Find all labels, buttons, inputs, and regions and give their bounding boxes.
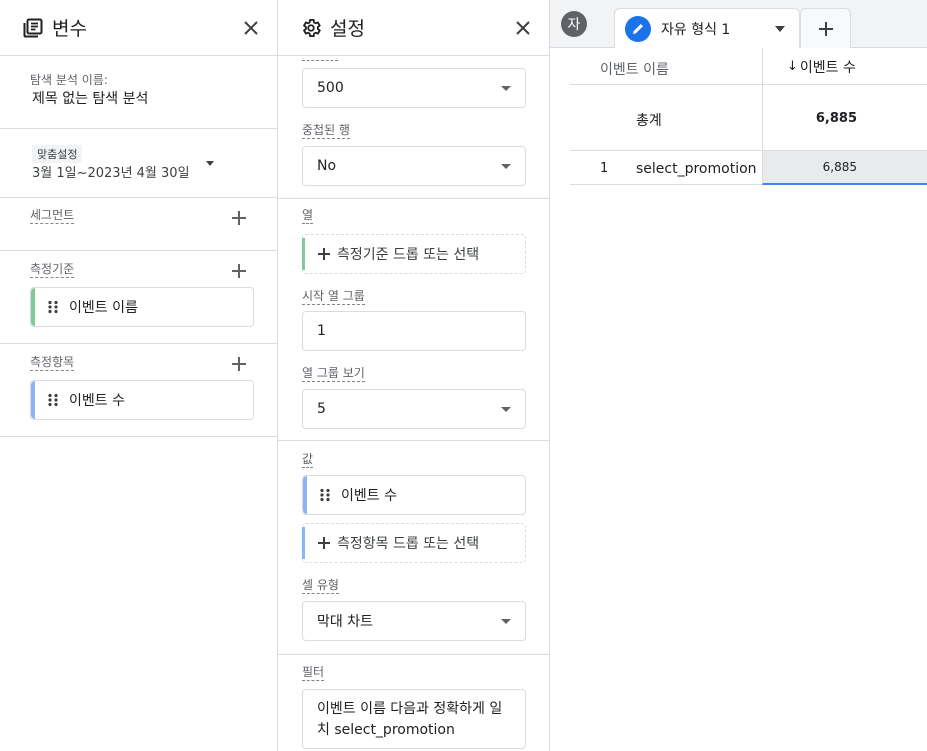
variables-title: 변수 bbox=[52, 18, 87, 40]
report-canvas: 자 자유 형식 1 이벤트 이름 ↓ 이벤트 수 총계 6,885 1 sele… bbox=[550, 0, 927, 751]
tab-label: 자유 형식 1 bbox=[661, 21, 731, 38]
dimension-accent-bar bbox=[31, 288, 35, 326]
date-dropdown-icon[interactable] bbox=[206, 161, 214, 166]
total-value: 6,885 bbox=[762, 85, 927, 151]
values-label: 값 bbox=[302, 452, 314, 468]
pencil-icon bbox=[625, 15, 651, 42]
date-range-text[interactable]: 3월 1일~2023년 4월 30일 bbox=[32, 162, 190, 181]
rows-section: 500 중첩된 행 No bbox=[278, 56, 549, 199]
value-metric-chip[interactable]: 이벤트 수 bbox=[302, 475, 526, 515]
table-row[interactable]: 1 select_promotion 6,885 bbox=[570, 151, 927, 185]
metric-accent-bar bbox=[302, 527, 305, 559]
date-badge: 맞춤설정 bbox=[32, 145, 83, 163]
nested-rows-label: 중첩된 행 bbox=[302, 123, 350, 139]
filter-chip[interactable]: 이벤트 이름 다음과 정확하게 일치 select_promotion bbox=[302, 689, 526, 749]
add-metric-icon[interactable] bbox=[230, 355, 248, 373]
columns-section: 열 측정기준 드롭 또는 선택 시작 열 그룹 1 열 그룹 보기 5 bbox=[278, 199, 549, 441]
drag-handle-icon[interactable] bbox=[319, 488, 331, 502]
exploration-name-input[interactable]: 제목 없는 탐색 분석 bbox=[32, 88, 148, 108]
close-icon bbox=[244, 20, 258, 35]
rows-label-partial bbox=[302, 47, 338, 61]
columns-dropzone[interactable]: 측정기준 드롭 또는 선택 bbox=[302, 234, 526, 274]
metrics-section: 측정항목 이벤트 수 bbox=[0, 344, 277, 437]
dimension-chip-label: 이벤트 이름 bbox=[69, 300, 138, 316]
segments-section: 세그먼트 bbox=[0, 198, 277, 251]
plus-icon bbox=[318, 248, 330, 260]
start-column-group-label: 시작 열 그룹 bbox=[302, 289, 365, 305]
rows-count-value: 500 bbox=[317, 80, 344, 96]
add-tab-button[interactable] bbox=[800, 8, 851, 48]
cell-type-select[interactable]: 막대 차트 bbox=[302, 601, 526, 641]
columns-label: 열 bbox=[302, 208, 314, 224]
column-header-event-count-label: 이벤트 수 bbox=[799, 59, 856, 76]
tab-freeform-1[interactable]: 자유 형식 1 bbox=[614, 8, 800, 48]
variables-header: 변수 bbox=[0, 0, 277, 56]
total-label: 총계 bbox=[636, 113, 662, 129]
column-header-event-count[interactable]: ↓ 이벤트 수 bbox=[762, 48, 927, 85]
metric-accent-bar bbox=[303, 476, 307, 514]
start-column-group-input[interactable]: 1 bbox=[302, 311, 526, 351]
values-dropzone[interactable]: 측정항목 드롭 또는 선택 bbox=[302, 523, 526, 563]
dimension-accent-bar bbox=[302, 238, 305, 270]
settings-title: 설정 bbox=[330, 18, 365, 40]
plus-icon bbox=[318, 537, 330, 549]
drag-handle-icon[interactable] bbox=[47, 393, 59, 407]
values-dropzone-text: 측정항목 드롭 또는 선택 bbox=[337, 536, 480, 552]
table-total-row: 총계 6,885 bbox=[570, 85, 927, 151]
tab-bar: 자 자유 형식 1 bbox=[550, 0, 927, 48]
nested-rows-select[interactable]: No bbox=[302, 146, 526, 186]
close-settings-button[interactable] bbox=[511, 16, 535, 40]
columns-dropzone-text: 측정기준 드롭 또는 선택 bbox=[337, 247, 480, 263]
exploration-name-section: 탐색 분석 이름: 제목 없는 탐색 분석 bbox=[0, 56, 277, 129]
show-column-groups-label: 열 그룹 보기 bbox=[302, 366, 365, 382]
close-variables-button[interactable] bbox=[239, 16, 263, 40]
filters-label: 필터 bbox=[302, 665, 325, 681]
exploration-name-label: 탐색 분석 이름: bbox=[30, 73, 108, 87]
table-header: 이벤트 이름 ↓ 이벤트 수 bbox=[570, 48, 927, 85]
list-document-icon bbox=[22, 17, 44, 39]
cell-type-label: 셀 유형 bbox=[302, 578, 339, 594]
sort-descending-icon: ↓ bbox=[787, 59, 798, 74]
filters-section: 필터 이벤트 이름 다음과 정확하게 일치 select_promotion bbox=[278, 655, 549, 751]
add-dimension-icon[interactable] bbox=[230, 262, 248, 280]
gear-icon bbox=[300, 17, 322, 39]
chevron-down-icon bbox=[501, 618, 511, 624]
chevron-down-icon bbox=[501, 85, 511, 91]
settings-panel: 설정 500 중첩된 행 No 열 측정기준 드롭 또는 선택 시작 열 그룹 … bbox=[278, 0, 550, 751]
rows-count-select[interactable]: 500 bbox=[302, 68, 526, 108]
avatar[interactable]: 자 bbox=[561, 11, 587, 37]
metric-chip-label: 이벤트 수 bbox=[69, 393, 125, 409]
variables-panel: 변수 탐색 분석 이름: 제목 없는 탐색 분석 맞춤설정 3월 1일~2023… bbox=[0, 0, 278, 751]
metric-chip[interactable]: 이벤트 수 bbox=[30, 380, 254, 420]
dimensions-label: 측정기준 bbox=[30, 262, 75, 278]
chevron-down-icon bbox=[501, 163, 511, 169]
values-section: 값 이벤트 수 측정항목 드롭 또는 선택 셀 유형 막대 차트 bbox=[278, 441, 549, 655]
metric-accent-bar bbox=[31, 381, 35, 419]
chevron-down-icon[interactable] bbox=[775, 25, 785, 32]
segments-label: 세그먼트 bbox=[30, 208, 75, 224]
close-icon bbox=[516, 20, 530, 35]
value-metric-chip-label: 이벤트 수 bbox=[341, 488, 397, 504]
start-column-group-value: 1 bbox=[317, 323, 326, 339]
nested-rows-value: No bbox=[317, 158, 337, 174]
date-range-section: 맞춤설정 3월 1일~2023년 4월 30일 bbox=[0, 129, 277, 198]
show-column-groups-value: 5 bbox=[317, 401, 326, 417]
dimensions-section: 측정기준 이벤트 이름 bbox=[0, 251, 277, 344]
metrics-label: 측정항목 bbox=[30, 355, 75, 371]
chevron-down-icon bbox=[501, 406, 511, 412]
column-header-event-name[interactable]: 이벤트 이름 bbox=[600, 59, 669, 79]
add-segment-icon[interactable] bbox=[230, 209, 248, 227]
row-event-count: 6,885 bbox=[762, 151, 927, 185]
cell-type-value: 막대 차트 bbox=[317, 614, 373, 630]
drag-handle-icon[interactable] bbox=[47, 300, 59, 314]
row-event-name: select_promotion bbox=[636, 161, 757, 177]
row-index: 1 bbox=[600, 161, 609, 176]
dimension-chip[interactable]: 이벤트 이름 bbox=[30, 287, 254, 327]
plus-icon bbox=[818, 21, 833, 36]
report-table: 이벤트 이름 ↓ 이벤트 수 총계 6,885 1 select_promoti… bbox=[570, 48, 927, 185]
show-column-groups-select[interactable]: 5 bbox=[302, 389, 526, 429]
